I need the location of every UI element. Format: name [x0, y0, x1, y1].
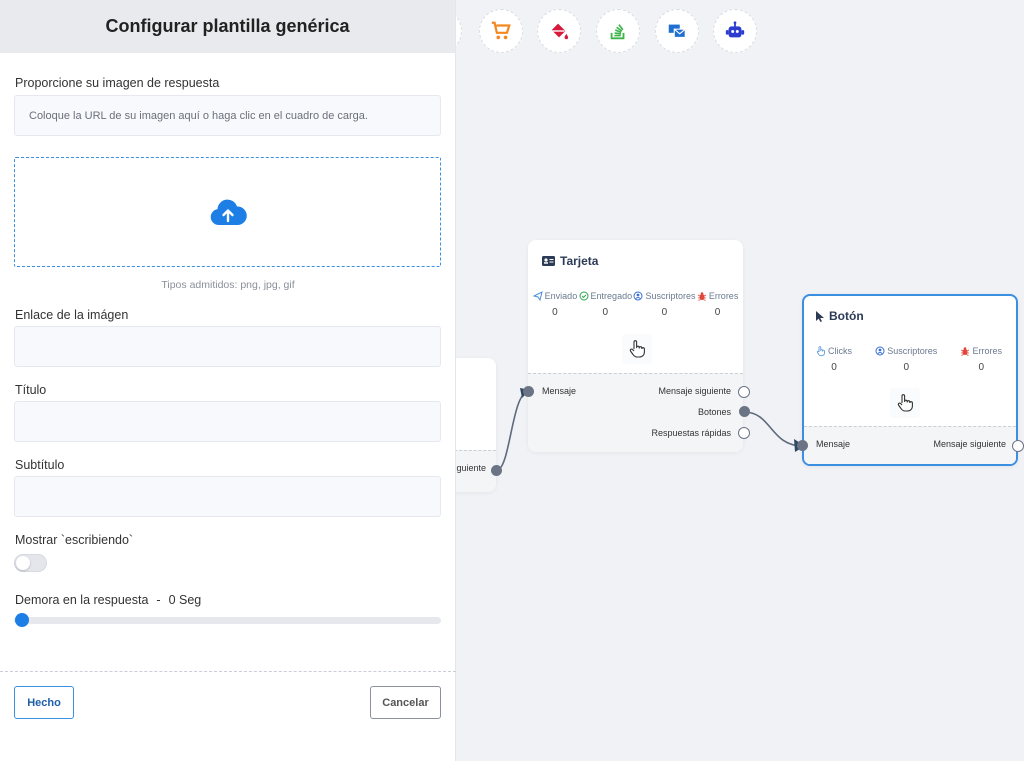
button-input-label: Mensaje	[816, 439, 851, 449]
tool-button-cart[interactable]	[479, 9, 523, 53]
mail-bulk-icon	[668, 24, 686, 38]
card-input-port[interactable]	[523, 386, 534, 397]
upload-hint: Tipos admitidos: png, jpg, gif	[161, 279, 295, 291]
card-stats: Enviado 0 Entregado 0 Suscriptores 0 Err…	[528, 291, 743, 318]
cancel-button[interactable]: Cancelar	[370, 686, 441, 719]
card-title-text: Tarjeta	[560, 254, 599, 268]
cart-icon	[491, 21, 511, 40]
button-title-text: Botón	[829, 309, 864, 323]
button-node-title: Botón	[816, 309, 864, 323]
bug-icon	[961, 347, 970, 356]
stat-delivered: Entregado 0	[579, 291, 632, 318]
upload-dropzone[interactable]	[14, 157, 441, 267]
paper-plane-icon	[532, 291, 543, 301]
delay-slider-thumb[interactable]	[15, 613, 29, 627]
stat-subscribers: Suscriptores 0	[875, 346, 937, 373]
cloud-upload-icon	[210, 199, 247, 226]
link-input[interactable]	[14, 326, 441, 367]
toggle-knob	[16, 556, 30, 570]
tool-button-bot[interactable]	[713, 9, 757, 53]
user-circle-icon	[633, 291, 643, 301]
card-node[interactable]: Tarjeta Enviado 0 Entregado 0 Suscriptor…	[528, 240, 743, 452]
robot-icon	[725, 21, 745, 38]
panel-divider	[0, 671, 456, 672]
button-output-next-port[interactable]	[1012, 440, 1024, 452]
card-output-next-port[interactable]	[738, 386, 750, 398]
tool-button-stack[interactable]	[596, 9, 640, 53]
paint-bucket-icon	[550, 23, 569, 40]
title-input[interactable]	[14, 401, 441, 442]
link-label: Enlace de la imágen	[15, 308, 129, 322]
id-card-icon	[542, 256, 555, 266]
delay-label: Demora en la respuesta	[15, 593, 149, 607]
button-output-next-label: Mensaje siguiente	[933, 439, 1006, 449]
card-output-buttons-port[interactable]	[739, 406, 750, 417]
subtitle-input[interactable]	[14, 476, 441, 517]
partial-output-port[interactable]	[491, 465, 502, 476]
wire-partial-to-card	[496, 391, 529, 471]
delay-slider-track[interactable]	[14, 617, 441, 624]
button-node[interactable]: Botón Clicks 0 Suscriptores 0 Errores 0 …	[802, 294, 1018, 466]
tool-button-paint[interactable]	[537, 9, 581, 53]
cursor-arrow-icon	[816, 310, 824, 322]
card-node-footer: Mensaje Mensaje siguiente Botones Respue…	[528, 373, 743, 452]
card-input-label: Mensaje	[542, 386, 577, 396]
card-output-next-label: Mensaje siguiente	[658, 386, 731, 396]
stat-sent: Enviado 0	[532, 291, 577, 318]
card-output-quick-replies-port[interactable]	[738, 427, 750, 439]
stat-errors: Errores 0	[697, 291, 738, 318]
typing-toggle[interactable]	[14, 554, 47, 572]
done-button[interactable]: Hecho	[14, 686, 74, 719]
card-node-title: Tarjeta	[542, 254, 598, 268]
panel-title: Configurar plantilla genérica	[105, 16, 350, 36]
button-stats: Clicks 0 Suscriptores 0 Errores 0	[804, 346, 1016, 373]
button-input-port[interactable]	[797, 440, 808, 451]
card-drag-handle[interactable]	[622, 334, 652, 364]
typing-label: Mostrar `escribiendo`	[15, 533, 134, 547]
delay-value: 0 Seg	[168, 593, 202, 607]
config-panel: Configurar plantilla genérica Proporcion…	[0, 0, 456, 761]
stat-clicks: Clicks 0	[816, 346, 852, 373]
partial-next-message-label: guiente	[456, 463, 486, 473]
check-circle-icon	[579, 291, 589, 301]
panel-header: Configurar plantilla genérica	[0, 0, 455, 53]
title-label: Título	[15, 383, 47, 397]
stack-overflow-icon	[610, 24, 625, 40]
button-drag-handle[interactable]	[890, 388, 920, 418]
tool-button-mail[interactable]	[655, 9, 699, 53]
image-label: Proporcione su imagen de respuesta	[15, 76, 220, 90]
wire-card-to-button	[743, 411, 804, 447]
stat-errors: Errores 0	[960, 346, 1002, 373]
delay-separator: -	[156, 593, 161, 607]
card-output-buttons-label: Botones	[697, 407, 731, 417]
stat-subscribers: Suscriptores 0	[633, 291, 695, 318]
card-output-quick-replies-label: Respuestas rápidas	[651, 428, 731, 438]
bug-icon	[697, 292, 706, 301]
image-url-input[interactable]	[14, 95, 441, 136]
button-node-footer: Mensaje Mensaje siguiente	[804, 426, 1016, 464]
delay-label-row: Demora en la respuesta - 0 Seg	[15, 593, 201, 607]
user-circle-icon	[875, 346, 885, 356]
pointer-icon	[816, 346, 825, 356]
hand-pointer-icon	[629, 340, 645, 358]
subtitle-label: Subtítulo	[15, 458, 65, 472]
hand-pointer-icon	[897, 394, 913, 412]
